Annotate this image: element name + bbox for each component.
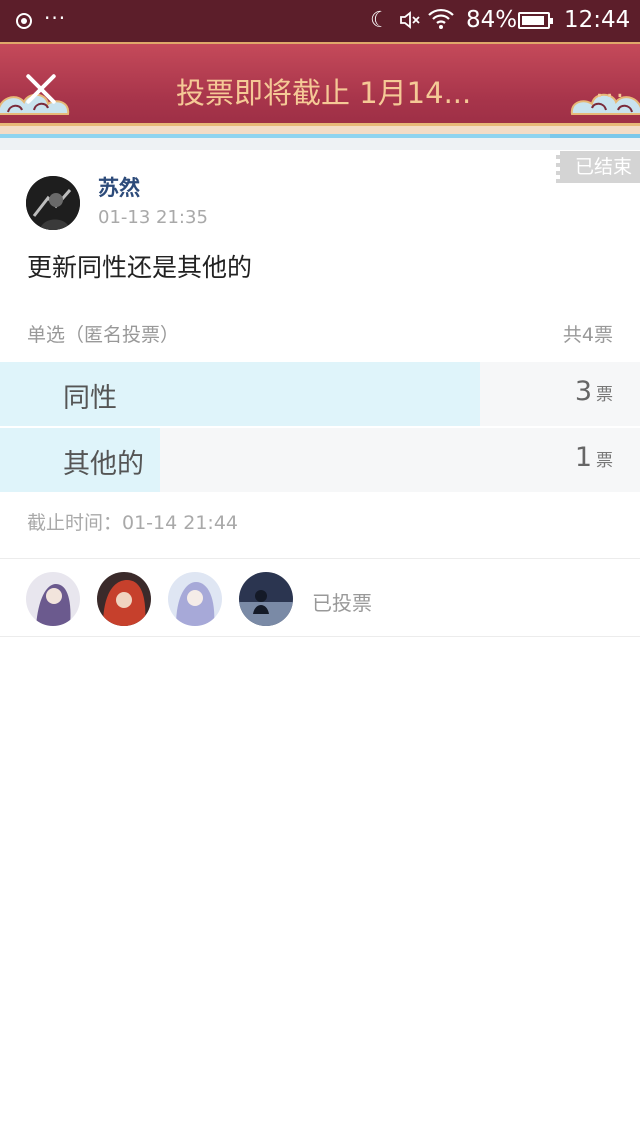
- header-title: 投票即将截止 1月14...: [176, 76, 472, 110]
- notification-dots-icon: ···: [44, 6, 67, 30]
- poll-option[interactable]: 同性 3票: [0, 362, 640, 426]
- mute-icon: [398, 8, 422, 37]
- status-bar: ··· ☾ 84% 12:44: [0, 0, 640, 42]
- divider: [0, 558, 640, 559]
- battery-percent: 84%: [466, 7, 518, 33]
- clock: 12:44: [564, 7, 631, 33]
- poll-deadline: 截止时间：01-14 21:44: [27, 512, 239, 534]
- voter-avatar[interactable]: [239, 572, 293, 626]
- wifi-icon: [428, 8, 454, 30]
- post-timestamp: 01-13 21:35: [98, 207, 208, 228]
- author-avatar[interactable]: [26, 176, 80, 230]
- do-not-disturb-icon: ☾: [370, 8, 390, 33]
- poll-option-count: 3票: [574, 376, 613, 407]
- poll-option-label: 其他的: [63, 449, 144, 480]
- poll-header-banner: 投票即将截止 1月14... ...: [0, 42, 640, 134]
- poll-option-label: 同性: [63, 383, 117, 414]
- section-gap: [0, 138, 640, 150]
- vote-type-label: 单选（匿名投票）: [27, 324, 180, 346]
- battery-icon: [518, 12, 553, 29]
- voter-avatar[interactable]: [97, 572, 151, 626]
- header-cream-band: [0, 126, 640, 134]
- voted-label: 已投票: [312, 591, 372, 615]
- poll-option[interactable]: 其他的 1票: [0, 428, 640, 492]
- record-icon: [16, 13, 32, 29]
- poll-ended-badge: 已结束: [556, 151, 640, 183]
- poll-question: 更新同性还是其他的: [27, 253, 253, 282]
- vote-total-count: 共4票: [562, 324, 613, 346]
- more-options-icon[interactable]: ...: [595, 74, 626, 104]
- voter-avatar[interactable]: [26, 572, 80, 626]
- divider: [0, 636, 640, 637]
- author-name[interactable]: 苏然: [98, 172, 140, 202]
- poll-option-count: 1票: [574, 442, 613, 473]
- close-icon[interactable]: [22, 70, 60, 108]
- voter-avatar[interactable]: [168, 572, 222, 626]
